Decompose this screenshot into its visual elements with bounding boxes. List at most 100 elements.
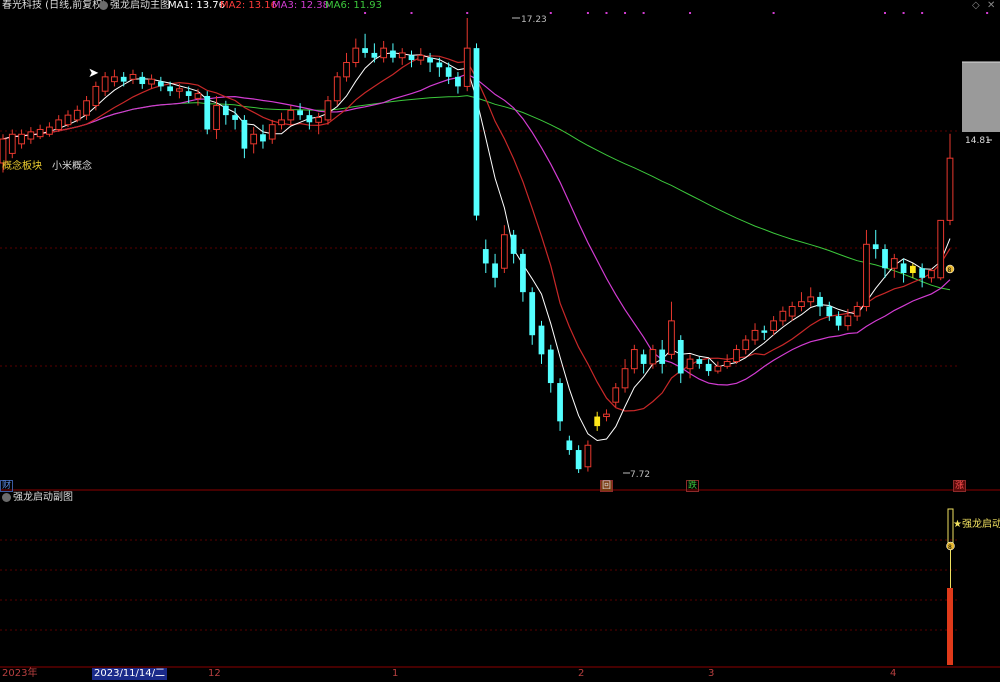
sub-collapse-dot[interactable] [2,493,11,502]
signal-dot [689,12,692,14]
signal-dot [605,12,608,14]
candle-body [686,358,694,370]
signal-dot [921,12,924,14]
candle-body [64,114,72,126]
marker-die[interactable]: 跌 [686,480,700,492]
candle-body [455,76,461,87]
time-label: 3 [708,668,715,679]
candlestick-chart[interactable]: 17.23 7.72 14.81 8 8 ★强龙启动 [0,0,1000,682]
concept-value[interactable]: 小米概念 [52,161,92,173]
candle-body [362,48,368,53]
time-label-current[interactable]: 2023/11/14/二 [92,668,168,680]
candle-body [835,316,842,326]
candle-body [696,359,703,364]
time-label: 2 [578,668,585,679]
candle-body [630,349,638,370]
candle-body [194,93,202,99]
candle-body [260,134,266,142]
candle-body [324,100,332,121]
sub-signal-bar [947,588,953,665]
candle-body [380,47,388,59]
candle-body [640,354,647,364]
candle-body [733,349,740,363]
signal-dot [902,12,905,14]
candle-body [398,52,406,59]
candle-body [36,128,44,138]
candle-body [900,263,907,274]
candle-body [268,124,276,140]
time-axis[interactable]: 2023年 2023/11/14/二 12 1 2 3 4 [0,668,1000,682]
candle-body [844,315,852,327]
candle-body [761,330,768,333]
candle-body [463,47,471,87]
candle-body [919,268,926,278]
candle-body [241,119,248,149]
candle-body [185,91,192,96]
candle-body [417,54,425,61]
candle-body [890,258,898,269]
right-price-label: 14.81 [965,136,991,146]
candle-body [157,81,164,87]
candles [0,18,954,473]
candle-body [111,76,118,83]
candle-body [176,88,183,92]
candle-body [408,55,415,61]
candle-body [798,301,805,308]
candle-body [621,368,629,389]
candle-body [529,292,536,336]
candle-body [204,95,211,130]
candle-body [73,109,81,121]
candle-body [83,100,90,116]
candle-body [436,62,443,68]
candle-body [659,349,666,364]
candle-body [427,57,433,63]
candle-body [101,76,109,92]
candle-body [751,329,759,341]
candle-body [547,349,554,384]
signal-dot [410,12,413,14]
candle-body [557,383,563,422]
candle-body [18,133,25,145]
candle-body [278,119,285,126]
candle-body [668,320,675,355]
candle-body [538,325,545,355]
candle-body [520,253,526,293]
price-scale-box [962,62,1000,132]
signal-dot [986,12,989,14]
candle-body [723,361,731,367]
signal-dot [549,12,552,14]
time-label: 2023年 [2,668,38,679]
candle-body [677,339,684,374]
candle-body [371,52,378,58]
concept-label[interactable]: 概念板块 [2,161,42,173]
candle-body [714,365,722,372]
candle-body [213,105,220,130]
candle-body [8,133,16,154]
marker-left[interactable]: 财 [0,480,14,492]
candle-body [705,363,712,372]
candle-body [139,76,146,85]
candle-body [788,306,796,317]
candle-body [167,86,173,92]
signal-dot [772,12,775,14]
candle-body [946,157,954,221]
low-label: 7.72 [630,470,650,480]
signal-dot [586,12,589,14]
marker-zhang[interactable]: 涨 [953,480,967,492]
candle-body [92,85,100,107]
main-signal-circle-label: 8 [948,267,952,274]
candle-body [909,265,916,274]
candle-body [928,270,935,279]
signal-dot [642,12,645,14]
candle-body [510,234,517,254]
candle-body [445,67,452,77]
candle-body [826,306,833,317]
marker-hui[interactable]: 回 [600,480,614,492]
candle-body [853,306,861,317]
candle-body [232,115,238,120]
sub-chart-title[interactable]: 强龙启动副图 [13,492,73,504]
candle-body [612,387,620,403]
candle-body [315,117,323,123]
candle-body [770,320,777,331]
candle-body [473,48,480,216]
